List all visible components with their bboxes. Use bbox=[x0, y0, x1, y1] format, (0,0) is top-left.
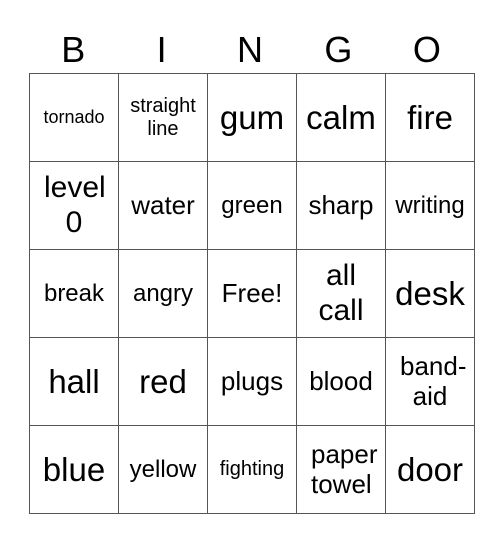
bingo-cell[interactable]: sharp bbox=[296, 161, 386, 250]
cell-text: all call bbox=[318, 259, 364, 327]
bingo-cell[interactable]: water bbox=[118, 161, 208, 250]
grid-row: blue yellow fighting paper towel door bbox=[29, 425, 475, 514]
bingo-cell[interactable]: tornado bbox=[29, 73, 119, 162]
bingo-cell[interactable]: angry bbox=[118, 249, 208, 338]
bingo-cell[interactable]: green bbox=[207, 161, 297, 250]
free-space-cell[interactable]: Free! bbox=[207, 249, 297, 338]
bingo-cell[interactable]: fighting bbox=[207, 425, 297, 514]
grid-row: tornado straight line gum calm fire bbox=[29, 73, 475, 162]
bingo-cell[interactable]: gum bbox=[207, 73, 297, 162]
header-letter-g: G bbox=[324, 29, 353, 70]
cell-text: straight line bbox=[130, 94, 196, 140]
bingo-grid: tornado straight line gum calm fire leve… bbox=[29, 73, 475, 514]
header-letter-b: B bbox=[61, 29, 86, 70]
grid-row: hall red plugs blood band-aid bbox=[29, 337, 475, 426]
bingo-cell[interactable]: level 0 bbox=[29, 161, 119, 250]
cell-text: paper towel bbox=[311, 438, 378, 499]
cell-text: band-aid bbox=[400, 350, 467, 411]
bingo-cell[interactable]: hall bbox=[29, 337, 119, 426]
bingo-cell[interactable]: plugs bbox=[207, 337, 297, 426]
bingo-header: B I N G O bbox=[29, 28, 471, 72]
bingo-cell[interactable]: writing bbox=[385, 161, 475, 250]
bingo-cell[interactable]: door bbox=[385, 425, 475, 514]
bingo-cell[interactable]: break bbox=[29, 249, 119, 338]
header-letter-n: N bbox=[237, 29, 264, 70]
bingo-cell[interactable]: band-aid bbox=[385, 337, 475, 426]
bingo-cell[interactable]: blue bbox=[29, 425, 119, 514]
grid-row: break angry Free! all call desk bbox=[29, 249, 475, 338]
bingo-cell[interactable]: yellow bbox=[118, 425, 208, 514]
bingo-cell[interactable]: red bbox=[118, 337, 208, 426]
cell-text: level 0 bbox=[44, 171, 106, 239]
header-letter-i: I bbox=[156, 29, 167, 70]
bingo-cell[interactable]: blood bbox=[296, 337, 386, 426]
bingo-cell[interactable]: calm bbox=[296, 73, 386, 162]
bingo-cell[interactable]: paper towel bbox=[296, 425, 386, 514]
bingo-cell[interactable]: desk bbox=[385, 249, 475, 338]
bingo-cell[interactable]: fire bbox=[385, 73, 475, 162]
grid-row: level 0 water green sharp writing bbox=[29, 161, 475, 250]
bingo-cell[interactable]: all call bbox=[296, 249, 386, 338]
header-letter-o: O bbox=[412, 29, 441, 70]
bingo-cell[interactable]: straight line bbox=[118, 73, 208, 162]
